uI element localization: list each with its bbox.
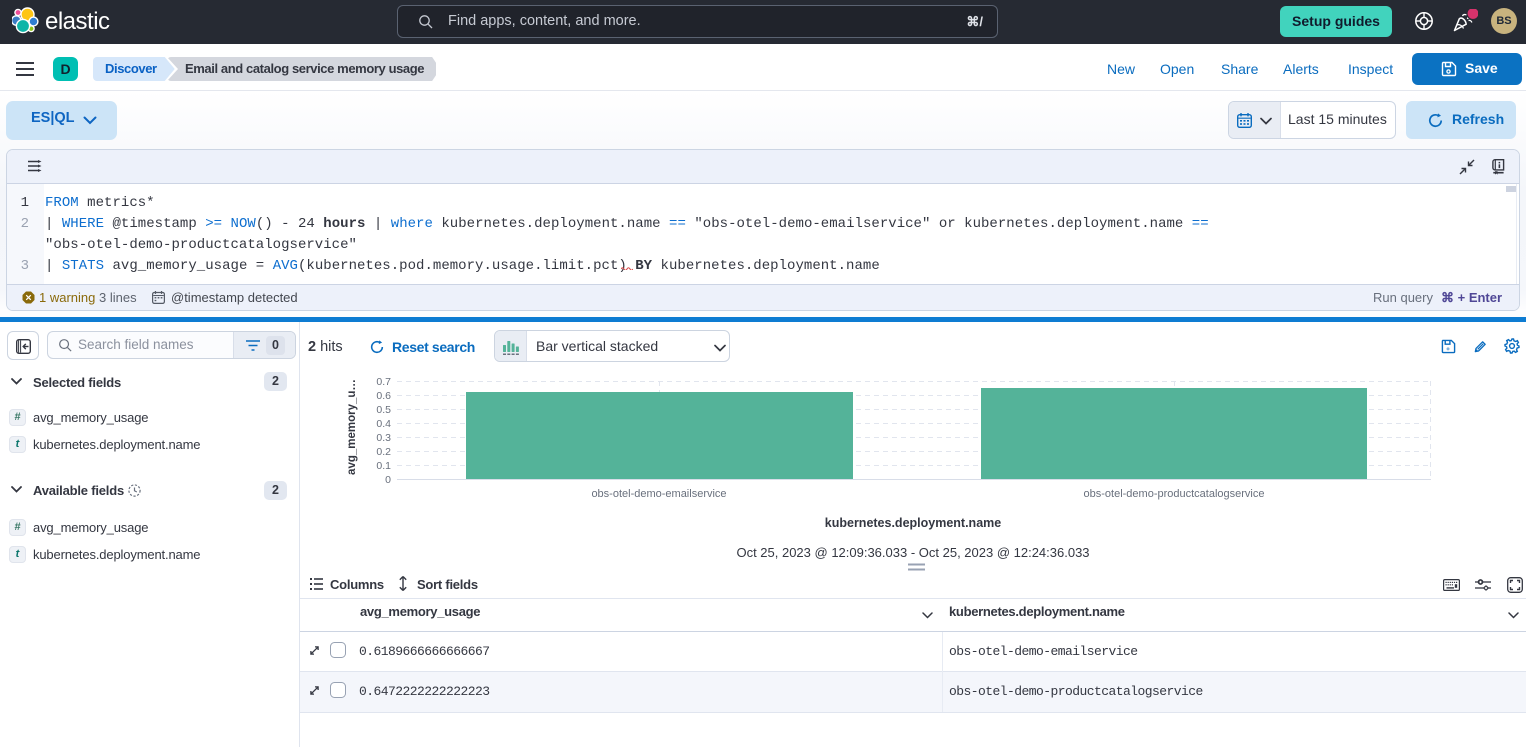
svg-text:0: 0 <box>385 474 391 486</box>
svg-text:avg_memory_u…: avg_memory_u… <box>346 379 358 475</box>
svg-text:0.1: 0.1 <box>376 460 391 472</box>
svg-text:0.5: 0.5 <box>376 404 391 416</box>
svg-text:0.7: 0.7 <box>376 376 391 388</box>
svg-text:0.4: 0.4 <box>376 418 391 430</box>
svg-text:0.3: 0.3 <box>376 432 391 444</box>
svg-text:0.6: 0.6 <box>376 390 391 402</box>
svg-text:0.2: 0.2 <box>376 446 391 458</box>
